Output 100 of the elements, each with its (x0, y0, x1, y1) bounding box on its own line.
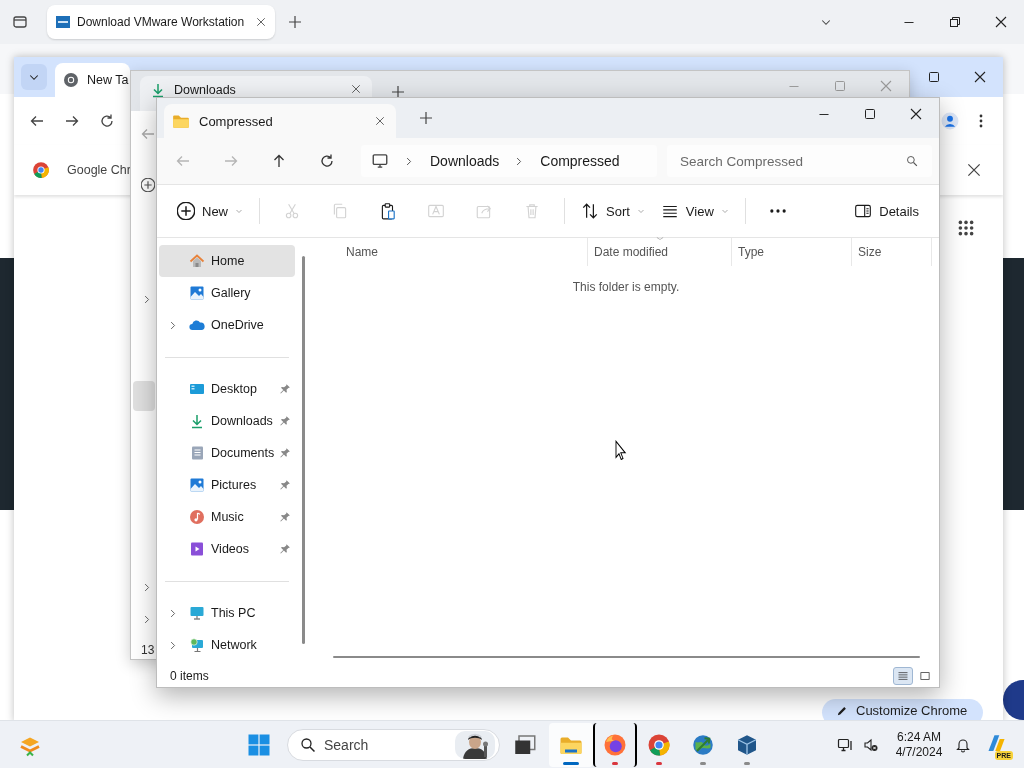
search-icon (300, 736, 316, 753)
file-explorer-button[interactable] (549, 722, 593, 767)
back-icon (140, 126, 156, 142)
browser-logo-icon (63, 72, 79, 88)
document-icon (189, 445, 205, 461)
scrollbar[interactable] (333, 656, 920, 658)
start-icon (247, 732, 271, 757)
refresh-icon (319, 153, 335, 169)
globe-icon (691, 732, 715, 757)
search-box[interactable]: Search (287, 728, 500, 761)
close-icon (878, 78, 894, 94)
sidebar-item[interactable]: Downloads (159, 405, 295, 437)
tab-list-icon (12, 14, 28, 30)
forward-icon (64, 113, 80, 129)
sidebar-item[interactable]: Music (159, 501, 295, 533)
profile-icon (941, 112, 959, 130)
sidebar-item[interactable]: Documents (159, 437, 295, 469)
explorer-tab[interactable]: Compressed (164, 104, 396, 138)
apps-grid-icon (957, 219, 975, 237)
browser-button[interactable] (593, 722, 637, 767)
caret-icon (654, 235, 665, 243)
browser-logo-icon (603, 732, 627, 757)
plus-icon (418, 110, 434, 126)
empty-message: This folder is empty. (571, 280, 681, 294)
site-icon (55, 14, 71, 30)
infobar-text: Google Chr (67, 163, 131, 177)
refresh-icon (99, 113, 115, 129)
browser-tab[interactable]: New Ta (55, 63, 130, 97)
clock-button[interactable]: 6:24 AM 4/7/2024 (888, 729, 950, 760)
scrollbar[interactable] (302, 256, 305, 644)
browser-logo-icon (32, 161, 50, 179)
details-view-button[interactable] (893, 666, 913, 685)
monitor-icon (189, 605, 205, 621)
sidebar-item[interactable]: Gallery (159, 277, 295, 309)
close-icon (993, 14, 1009, 30)
cloud-icon (189, 317, 205, 333)
sidebar-item[interactable]: Desktop (159, 373, 295, 405)
cursor-icon (613, 440, 629, 460)
profile-button[interactable] (940, 111, 960, 131)
plus-icon (287, 14, 303, 30)
browser-tab[interactable]: Download VMware Workstation (47, 5, 275, 39)
desktop-icon (189, 381, 205, 397)
folder-icon (172, 112, 190, 130)
close-icon (908, 106, 924, 122)
download-icon (189, 413, 205, 429)
back-icon (29, 113, 45, 129)
image-icon (189, 285, 205, 301)
maximize-icon (832, 78, 848, 94)
maximize-icon (926, 69, 942, 85)
details-button[interactable]: Details (846, 194, 927, 228)
sidebar-item[interactable]: Pictures (159, 469, 295, 501)
minimize-icon (819, 113, 829, 115)
back-icon (175, 153, 191, 169)
sidebar-item[interactable]: Network (159, 629, 295, 661)
maximize-icon (862, 106, 878, 122)
bell-icon (955, 736, 971, 753)
search-icon (906, 155, 918, 167)
network-icon (189, 637, 205, 653)
home-icon (189, 253, 205, 269)
forward-icon (223, 153, 239, 169)
new-button[interactable]: New (169, 194, 251, 228)
customize-button[interactable]: Customize Chrome (822, 699, 984, 720)
column-header[interactable]: Type (732, 238, 852, 266)
mute-icon (863, 736, 879, 753)
plus-icon (390, 84, 406, 100)
close-icon (972, 69, 988, 85)
sidebar-item[interactable]: Videos (159, 533, 295, 565)
clock-time: 6:24 AM (897, 729, 941, 745)
clock-date: 4/7/2024 (895, 744, 943, 760)
back-button[interactable] (140, 126, 156, 142)
music-icon (189, 509, 205, 525)
sidebar-item[interactable]: Home (159, 245, 295, 277)
list-view-icon (897, 669, 909, 682)
pencil-icon (836, 704, 848, 717)
tab-menu-button[interactable] (21, 64, 47, 90)
cube-icon (735, 732, 759, 757)
close-icon (350, 82, 362, 95)
close-icon (255, 16, 267, 28)
tiles-view-icon (919, 669, 931, 682)
status-text: 13 (141, 643, 155, 657)
image-icon (189, 477, 205, 493)
sort-button[interactable]: Sort (573, 194, 653, 228)
search-field[interactable]: Search Compressed (667, 145, 932, 177)
plus-circle-icon (141, 178, 155, 192)
minimize-icon (904, 21, 914, 23)
download-icon (150, 81, 166, 98)
browser-logo-icon (647, 732, 671, 757)
breadcrumb-item[interactable]: Downloads (430, 153, 500, 169)
column-header[interactable]: Size (852, 238, 932, 266)
new-button[interactable] (140, 177, 156, 193)
breadcrumb-item[interactable]: Compressed (540, 153, 620, 169)
view-button[interactable]: View (652, 194, 737, 228)
sidebar-item[interactable]: OneDrive (159, 309, 295, 341)
column-header[interactable]: Name (333, 238, 588, 266)
video-icon (189, 541, 205, 557)
sidebar-item[interactable]: This PC (159, 597, 295, 629)
monitor-icon (371, 152, 389, 170)
column-header[interactable]: Date modified (588, 238, 732, 266)
restore-icon (947, 14, 963, 30)
monitor-icon (837, 736, 853, 753)
